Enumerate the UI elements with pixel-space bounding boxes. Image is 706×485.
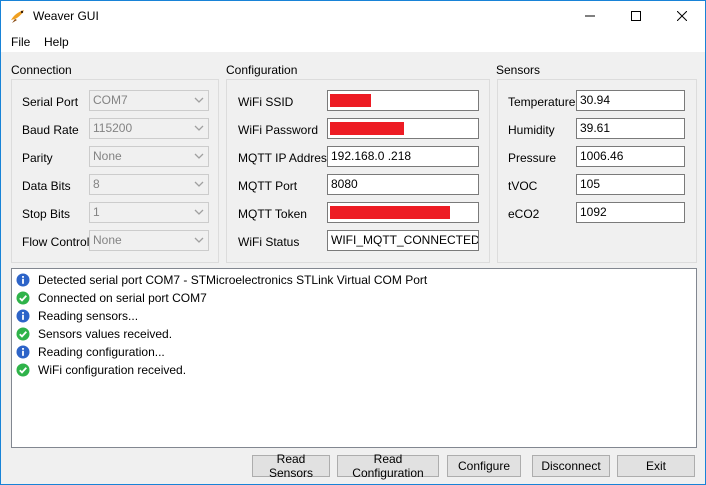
stop-bits-select[interactable]: 1 [89,202,209,223]
pressure-value: 1006.46 [580,149,624,163]
mqtt-token-field[interactable] [327,202,479,223]
close-button[interactable] [659,1,705,31]
wifi-ssid-label: WiFi SSID [238,95,294,109]
log-item: Reading sensors... [16,307,138,325]
log-list[interactable]: Detected serial port COM7 - STMicroelect… [11,268,697,448]
wifi-status-label: WiFi Status [238,235,300,249]
data-bits-select[interactable]: 8 [89,174,209,195]
pressure-field[interactable]: 1006.46 [576,146,685,167]
eco2-label: eCO2 [508,207,540,221]
baud-rate-label: Baud Rate [22,123,79,137]
wifi-password-field[interactable] [327,118,479,139]
log-item: Detected serial port COM7 - STMicroelect… [16,271,427,289]
exit-button[interactable]: Exit [617,455,695,477]
menu-bar: File Help [1,31,705,53]
weaver-bird-icon [9,7,27,25]
wifi-status-value: WIFI_MQTT_CONNECTED [331,233,479,247]
configuration-group-title: Configuration [226,63,298,77]
temperature-value: 30.94 [580,93,611,107]
mqtt-port-field[interactable]: 8080 [327,174,479,195]
data-bits-label: Data Bits [22,179,71,193]
parity-select[interactable]: None [89,146,209,167]
flow-control-value: None [93,233,122,247]
maximize-icon [631,11,641,21]
check-icon [16,363,30,377]
redaction-bar [330,206,450,219]
window-title: Weaver GUI [33,9,99,23]
info-icon [16,273,30,287]
log-item: Sensors values received. [16,325,172,343]
read-configuration-button[interactable]: Read Configuration [337,452,439,480]
chevron-down-icon [194,153,204,159]
temperature-label: Temperature [508,95,576,109]
tvoc-field[interactable]: 105 [576,174,685,195]
log-message: Reading configuration... [38,345,165,359]
info-icon [16,345,30,359]
chevron-down-icon [194,209,204,215]
baud-rate-select[interactable]: 115200 [89,118,209,139]
chevron-down-icon [194,97,204,103]
log-message: Reading sensors... [38,309,139,323]
mqtt-ip-label: MQTT IP Address [238,151,333,165]
humidity-value: 39.61 [580,121,611,135]
minimize-icon [585,15,595,17]
humidity-label: Humidity [508,123,555,137]
parity-label: Parity [22,151,53,165]
chevron-down-icon [194,237,204,243]
baud-rate-value: 115200 [93,121,133,135]
app-window: Weaver GUI File Help Connection Serial P… [0,0,706,485]
read-sensors-button[interactable]: Read Sensors [252,452,330,480]
configure-button[interactable]: Configure [447,455,521,477]
log-message: Sensors values received. [38,327,173,341]
maximize-button[interactable] [613,1,659,31]
serial-port-label: Serial Port [22,95,79,109]
sensors-group-title: Sensors [496,63,541,77]
info-icon [16,309,30,323]
stop-bits-value: 1 [93,205,100,219]
close-icon [677,11,687,21]
mqtt-ip-value: 192.168.0 .218 [331,149,412,163]
mqtt-token-label: MQTT Token [238,207,307,221]
mqtt-port-label: MQTT Port [238,179,298,193]
redaction-bar [330,122,404,135]
chevron-down-icon [194,125,204,131]
data-bits-value: 8 [93,177,100,191]
flow-control-label: Flow Control [22,235,90,249]
check-icon [16,327,30,341]
log-message: Detected serial port COM7 - STMicroelect… [38,273,428,287]
parity-value: None [93,149,122,163]
chevron-down-icon [194,181,204,187]
minimize-button[interactable] [567,1,613,31]
mqtt-ip-field[interactable]: 192.168.0 .218 [327,146,479,167]
wifi-status-field[interactable]: WIFI_MQTT_CONNECTED [327,230,479,251]
log-item: WiFi configuration received. [16,361,186,379]
wifi-password-label: WiFi Password [238,123,319,137]
log-message: Connected on serial port COM7 [38,291,207,305]
redaction-bar [330,94,371,107]
log-item: Reading configuration... [16,343,165,361]
log-item: Connected on serial port COM7 [16,289,207,307]
menu-file[interactable]: File [11,35,30,49]
title-bar[interactable]: Weaver GUI [1,1,705,31]
serial-port-value: COM7 [93,93,128,107]
flow-control-select[interactable]: None [89,230,209,251]
tvoc-value: 105 [580,177,601,191]
wifi-ssid-field[interactable] [327,90,479,111]
humidity-field[interactable]: 39.61 [576,118,685,139]
menu-help[interactable]: Help [44,35,69,49]
pressure-label: Pressure [508,151,557,165]
disconnect-button[interactable]: Disconnect [532,455,610,477]
mqtt-port-value: 8080 [331,177,358,191]
log-message: WiFi configuration received. [38,363,187,377]
serial-port-select[interactable]: COM7 [89,90,209,111]
check-icon [16,291,30,305]
connection-group-title: Connection [11,63,72,77]
stop-bits-label: Stop Bits [22,207,71,221]
temperature-field[interactable]: 30.94 [576,90,685,111]
eco2-field[interactable]: 1092 [576,202,685,223]
tvoc-label: tVOC [508,179,538,193]
eco2-value: 1092 [580,205,607,219]
